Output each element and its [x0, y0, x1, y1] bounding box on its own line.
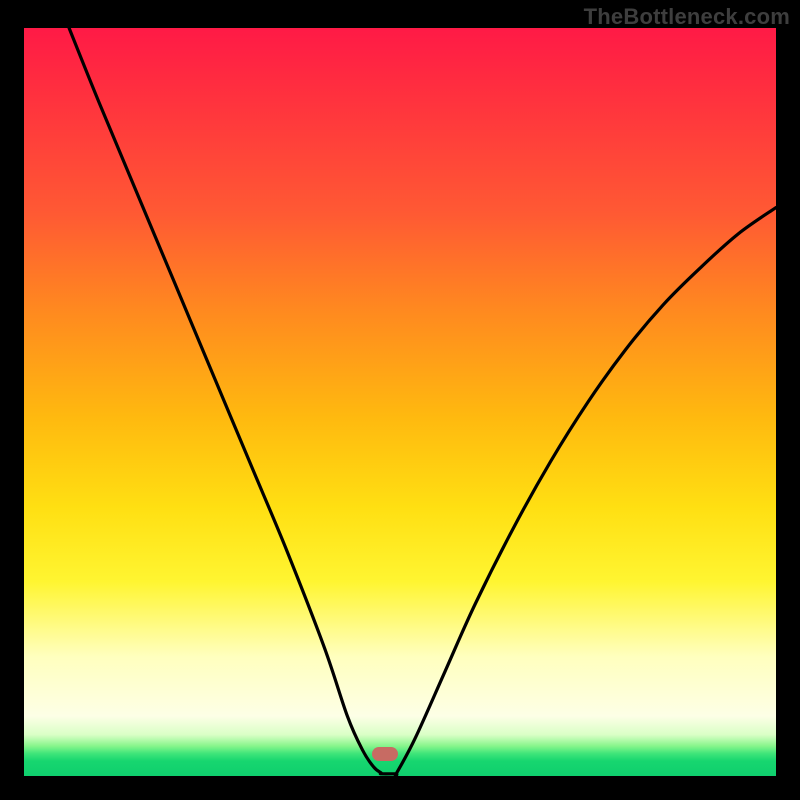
bottleneck-curve — [24, 28, 776, 776]
chart-frame: TheBottleneck.com — [0, 0, 800, 800]
watermark-text: TheBottleneck.com — [584, 4, 790, 30]
minimum-marker — [372, 747, 398, 761]
plot-area — [24, 28, 776, 776]
